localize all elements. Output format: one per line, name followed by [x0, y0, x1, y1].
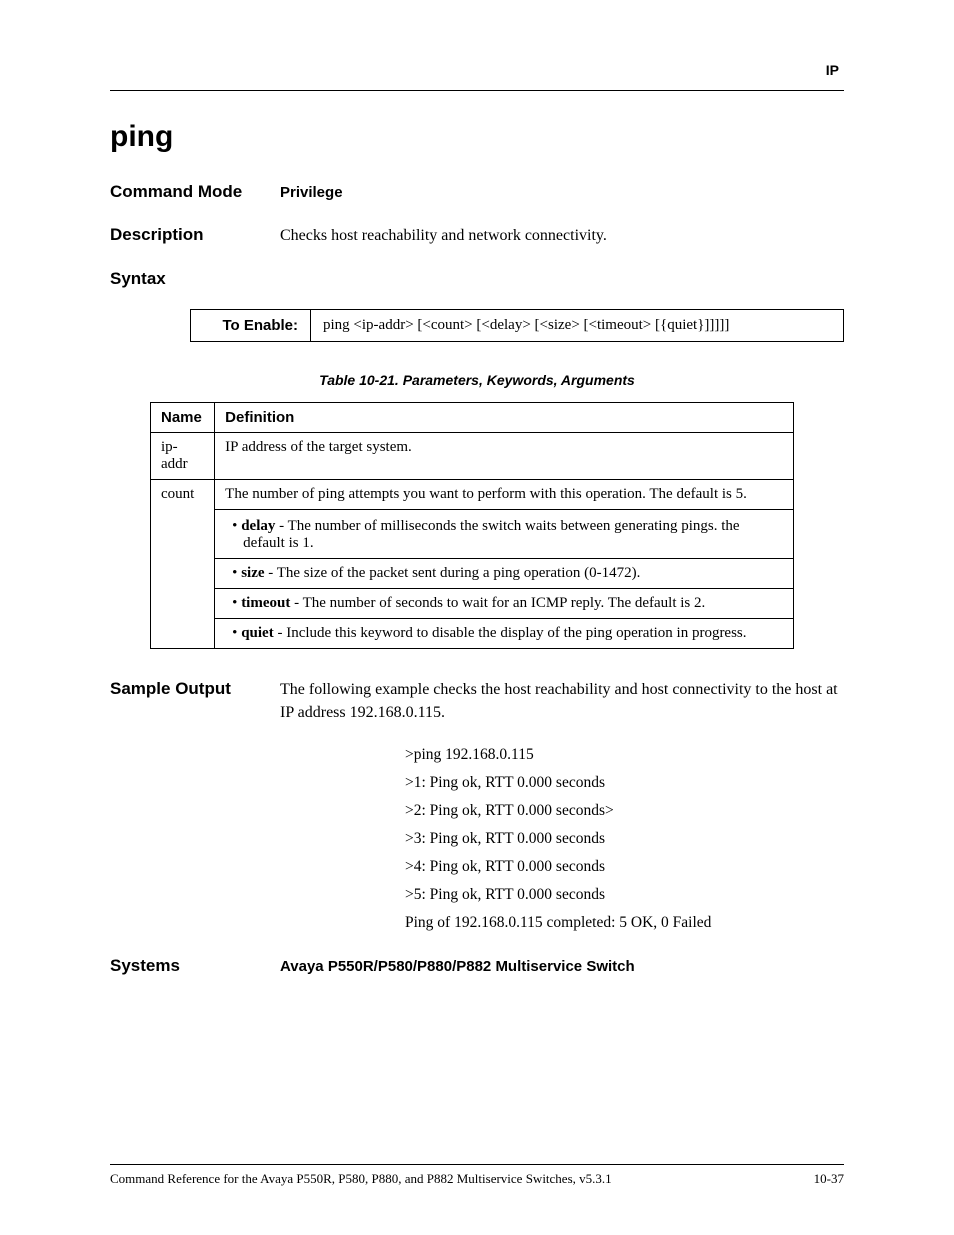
- params-header-name: Name: [151, 403, 215, 433]
- output-line: Ping of 192.168.0.115 completed: 5 OK, 0…: [405, 914, 844, 932]
- sample-output-intro: The following example checks the host re…: [280, 679, 844, 724]
- param-subitem: • quiet - Include this keyword to disabl…: [215, 618, 793, 648]
- output-line: >4: Ping ok, RTT 0.000 seconds: [405, 858, 844, 876]
- param-subitem: • timeout - The number of seconds to wai…: [215, 588, 793, 618]
- command-mode-label: Command Mode: [110, 182, 280, 202]
- to-enable-label: To Enable:: [191, 310, 311, 342]
- table-row: count The number of ping attempts you wa…: [151, 480, 794, 649]
- to-enable-value: ping <ip-addr> [<count> [<delay> [<size>…: [311, 310, 844, 342]
- param-name: ip-addr: [151, 433, 215, 480]
- params-header-definition: Definition: [215, 403, 794, 433]
- syntax-label: Syntax: [110, 269, 280, 289]
- systems-value: Avaya P550R/P580/P880/P882 Multiservice …: [280, 956, 635, 977]
- param-subitem: • delay - The number of milliseconds the…: [215, 509, 793, 558]
- param-subitem: • size - The size of the packet sent dur…: [215, 558, 793, 588]
- footer-right: 10-37: [814, 1171, 844, 1187]
- params-table-caption: Table 10-21. Parameters, Keywords, Argum…: [110, 372, 844, 388]
- syntax-table: To Enable: ping <ip-addr> [<count> [<del…: [190, 309, 844, 342]
- sample-output-label: Sample Output: [110, 679, 280, 699]
- param-definition: IP address of the target system.: [215, 433, 794, 480]
- description-value: Checks host reachability and network con…: [280, 225, 607, 247]
- command-mode-value: Privilege: [280, 182, 343, 203]
- footer-rule: [110, 1164, 844, 1165]
- param-definition: The number of ping attempts you want to …: [215, 480, 793, 509]
- page-footer: Command Reference for the Avaya P550R, P…: [110, 1164, 844, 1187]
- param-name: count: [151, 480, 215, 649]
- params-table: Name Definition ip-addr IP address of th…: [150, 402, 794, 649]
- output-line: >1: Ping ok, RTT 0.000 seconds: [405, 774, 844, 792]
- header-rule: [110, 90, 844, 91]
- param-definition-complex: The number of ping attempts you want to …: [215, 480, 794, 649]
- output-line: >3: Ping ok, RTT 0.000 seconds: [405, 830, 844, 848]
- command-title: ping: [110, 120, 844, 154]
- systems-label: Systems: [110, 956, 280, 976]
- page-header-section: IP: [826, 62, 839, 78]
- output-line: >ping 192.168.0.115: [405, 746, 844, 764]
- description-label: Description: [110, 225, 280, 245]
- footer-left: Command Reference for the Avaya P550R, P…: [110, 1171, 612, 1187]
- table-row: ip-addr IP address of the target system.: [151, 433, 794, 480]
- output-line: >2: Ping ok, RTT 0.000 seconds>: [405, 802, 844, 820]
- sample-output-lines: >ping 192.168.0.115 >1: Ping ok, RTT 0.0…: [280, 746, 844, 932]
- output-line: >5: Ping ok, RTT 0.000 seconds: [405, 886, 844, 904]
